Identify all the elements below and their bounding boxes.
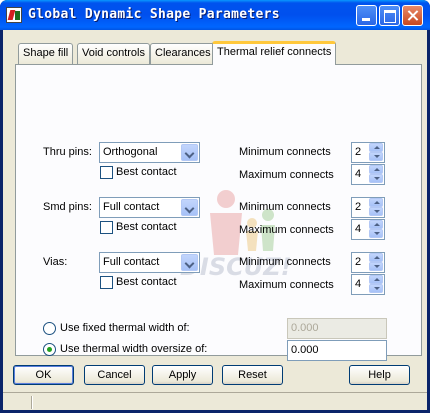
chevron-down-icon[interactable] bbox=[181, 144, 198, 161]
smd-pins-min-stepper[interactable]: 2 bbox=[351, 197, 385, 218]
thru-pins-min-stepper[interactable]: 2 bbox=[351, 142, 385, 163]
smd-pins-best-contact-label: Best contact bbox=[116, 221, 177, 233]
status-separator bbox=[31, 396, 33, 409]
spin-down-icon[interactable] bbox=[369, 284, 383, 293]
fixed-thermal-width-label: Use fixed thermal width of: bbox=[60, 322, 190, 334]
spin-up-icon[interactable] bbox=[369, 165, 383, 174]
maximize-button[interactable] bbox=[379, 5, 400, 26]
tab-void-controls[interactable]: Void controls bbox=[77, 43, 150, 64]
vias-max-value: 4 bbox=[355, 278, 362, 290]
thermal-width-oversize-label: Use thermal width oversize of: bbox=[60, 343, 208, 355]
minimize-button[interactable] bbox=[356, 5, 377, 26]
thru-pins-best-contact-checkbox[interactable] bbox=[100, 166, 113, 179]
chevron-down-icon[interactable] bbox=[181, 254, 198, 271]
vias-min-value: 2 bbox=[355, 256, 362, 268]
spin-up-icon[interactable] bbox=[369, 198, 383, 207]
vias-max-label: Maximum connects bbox=[239, 279, 334, 291]
tab-thermal-relief-connects[interactable]: Thermal relief connects bbox=[212, 41, 337, 65]
thru-pins-max-value: 4 bbox=[355, 168, 362, 180]
thru-pins-label: Thru pins: bbox=[43, 146, 92, 158]
vias-max-stepper[interactable]: 4 bbox=[351, 274, 385, 295]
smd-pins-best-contact-checkbox[interactable] bbox=[100, 221, 113, 234]
smd-pins-label: Smd pins: bbox=[43, 201, 92, 213]
reset-button[interactable]: Reset bbox=[222, 365, 283, 385]
spin-down-icon[interactable] bbox=[369, 152, 383, 161]
spin-up-icon[interactable] bbox=[369, 253, 383, 262]
window-title: Global Dynamic Shape Parameters bbox=[28, 7, 280, 22]
apply-button[interactable]: Apply bbox=[152, 365, 213, 385]
vias-select[interactable]: Full contact bbox=[99, 252, 200, 273]
smd-pins-max-label: Maximum connects bbox=[239, 224, 334, 236]
thru-pins-select[interactable]: Orthogonal bbox=[99, 142, 200, 163]
vias-select-value: Full contact bbox=[103, 256, 160, 268]
spin-up-icon[interactable] bbox=[369, 220, 383, 229]
thru-pins-select-value: Orthogonal bbox=[103, 146, 158, 158]
title-bar[interactable]: Global Dynamic Shape Parameters bbox=[0, 0, 430, 30]
app-icon bbox=[6, 7, 22, 23]
thru-pins-best-contact-label: Best contact bbox=[116, 166, 177, 178]
ok-button[interactable]: OK bbox=[13, 365, 74, 385]
vias-min-label: Minimum connects bbox=[239, 256, 331, 268]
smd-pins-min-value: 2 bbox=[355, 201, 362, 213]
fixed-thermal-width-input: 0.000 bbox=[287, 318, 387, 339]
fixed-thermal-width-radio[interactable] bbox=[43, 322, 56, 335]
spin-up-icon[interactable] bbox=[369, 275, 383, 284]
spin-down-icon[interactable] bbox=[369, 174, 383, 183]
spin-down-icon[interactable] bbox=[369, 207, 383, 216]
thru-pins-min-label: Minimum connects bbox=[239, 146, 331, 158]
vias-label: Vias: bbox=[43, 256, 68, 268]
chevron-down-icon[interactable] bbox=[181, 199, 198, 216]
dialog-body: Shape fill Void controls Clearances Ther… bbox=[3, 30, 427, 410]
vias-min-stepper[interactable]: 2 bbox=[351, 252, 385, 273]
thermal-width-oversize-input[interactable]: 0.000 bbox=[287, 340, 387, 361]
spin-down-icon[interactable] bbox=[369, 229, 383, 238]
spin-up-icon[interactable] bbox=[369, 143, 383, 152]
smd-pins-select-value: Full contact bbox=[103, 201, 160, 213]
thru-pins-max-stepper[interactable]: 4 bbox=[351, 164, 385, 185]
thru-pins-min-value: 2 bbox=[355, 146, 362, 158]
smd-pins-max-value: 4 bbox=[355, 223, 362, 235]
spin-down-icon[interactable] bbox=[369, 262, 383, 271]
vias-best-contact-checkbox[interactable] bbox=[100, 276, 113, 289]
tab-panel: DISCUZ! Thru pins: Orthogonal Best conta… bbox=[15, 64, 422, 361]
dialog-window: Global Dynamic Shape Parameters Shape fi… bbox=[0, 0, 430, 413]
cancel-button[interactable]: Cancel bbox=[84, 365, 145, 385]
smd-pins-select[interactable]: Full contact bbox=[99, 197, 200, 218]
thru-pins-max-label: Maximum connects bbox=[239, 169, 334, 181]
status-bar bbox=[3, 392, 427, 410]
close-button[interactable] bbox=[402, 5, 423, 26]
thermal-width-oversize-radio[interactable] bbox=[43, 343, 56, 356]
vias-best-contact-label: Best contact bbox=[116, 276, 177, 288]
tab-clearances[interactable]: Clearances bbox=[150, 43, 216, 64]
smd-pins-max-stepper[interactable]: 4 bbox=[351, 219, 385, 240]
tab-shape-fill[interactable]: Shape fill bbox=[18, 43, 74, 64]
help-button[interactable]: Help bbox=[349, 365, 410, 385]
smd-pins-min-label: Minimum connects bbox=[239, 201, 331, 213]
